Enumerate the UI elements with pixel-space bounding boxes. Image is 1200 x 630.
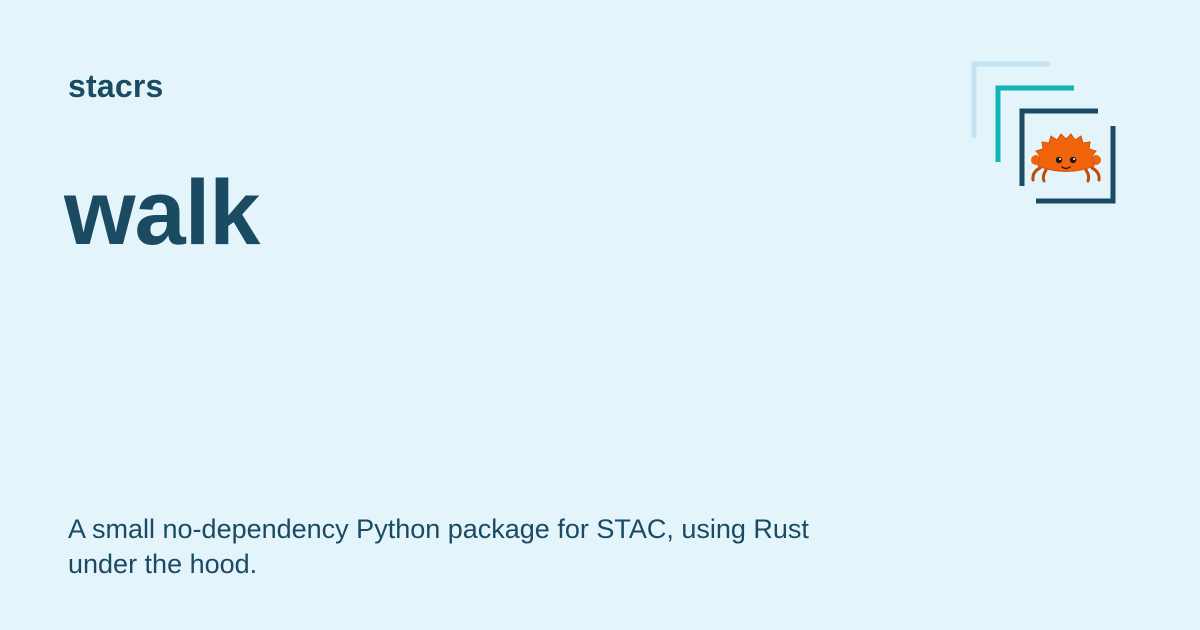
stacrs-logo-icon — [971, 61, 1116, 204]
logo-frame-light — [971, 61, 1050, 138]
social-card: stacrs walk A small no-dependency Python… — [0, 0, 1200, 630]
site-name: stacrs — [68, 68, 164, 104]
ferris-crab-icon — [1031, 133, 1101, 183]
page-description: A small no-dependency Python package for… — [68, 514, 809, 579]
page-title: walk — [64, 162, 260, 264]
